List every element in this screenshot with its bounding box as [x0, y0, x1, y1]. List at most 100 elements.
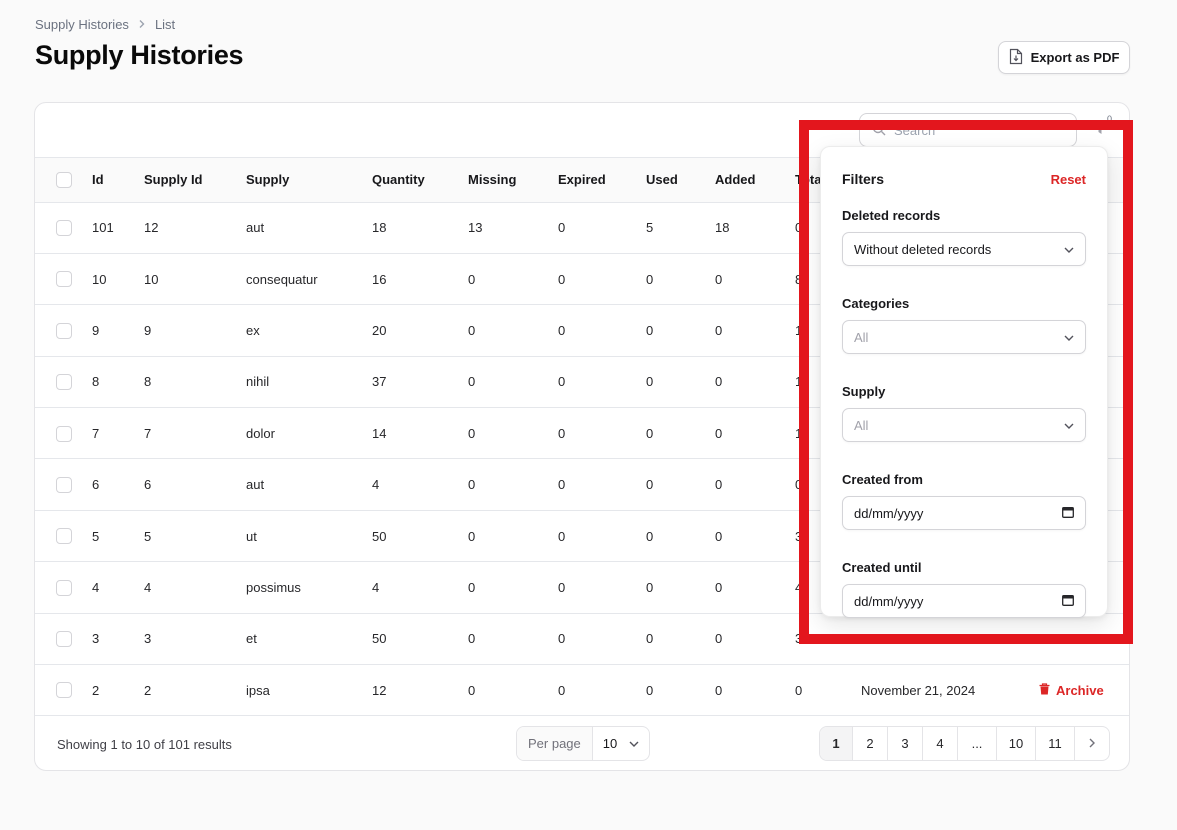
- next-page-button[interactable]: [1075, 727, 1109, 760]
- cell-quantity: 20: [372, 322, 387, 338]
- cell-added: 0: [715, 477, 723, 493]
- row-checkbox[interactable]: [56, 682, 72, 699]
- cell-used: 0: [646, 271, 654, 287]
- row-checkbox[interactable]: [56, 322, 72, 339]
- supply-select[interactable]: All: [842, 408, 1086, 442]
- created-until-date-input[interactable]: dd/mm/yyyy: [842, 584, 1086, 618]
- row-select-cell: [35, 408, 92, 459]
- column-header-used[interactable]: Used: [646, 158, 715, 202]
- export-pdf-button[interactable]: Export as PDF: [998, 41, 1130, 74]
- pagination: 1 2 3 4 ... 10 11: [819, 726, 1110, 761]
- cell-total: 3: [795, 631, 803, 647]
- cell-id: 5: [92, 528, 100, 544]
- cell-expired: 0: [558, 220, 566, 236]
- cell-missing: 0: [468, 477, 476, 493]
- row-checkbox[interactable]: [56, 631, 72, 648]
- deleted-records-select[interactable]: Without deleted records: [842, 232, 1086, 266]
- file-download-icon: [1009, 48, 1023, 68]
- results-summary: Showing 1 to 10 of 101 results: [57, 737, 232, 752]
- cell-supply: ipsa: [246, 682, 270, 698]
- per-page-value-wrap: 10: [593, 727, 639, 760]
- row-checkbox[interactable]: [56, 271, 72, 288]
- cell-id: 101: [92, 220, 114, 236]
- page-4-button[interactable]: 4: [923, 727, 958, 760]
- cell-supply-id: 4: [144, 579, 152, 595]
- cell-used: 0: [646, 631, 654, 647]
- funnel-icon: [1093, 121, 1107, 141]
- column-header-added[interactable]: Added: [715, 158, 795, 202]
- breadcrumb-current: List: [154, 17, 176, 32]
- cell-quantity: 50: [372, 631, 387, 647]
- column-header-supply-id[interactable]: Supply Id: [144, 158, 246, 202]
- cell-missing: 0: [468, 374, 476, 390]
- supply-value: All: [854, 417, 869, 433]
- created-from-date-input[interactable]: dd/mm/yyyy: [842, 496, 1086, 530]
- row-checkbox[interactable]: [56, 425, 72, 442]
- page-3-button[interactable]: 3: [888, 727, 923, 760]
- row-checkbox[interactable]: [56, 476, 72, 493]
- page-10-button[interactable]: 10: [997, 727, 1036, 760]
- cell-id: 8: [92, 374, 100, 390]
- filter-count-badge: 0: [1107, 114, 1113, 124]
- chevron-right-icon: [137, 18, 147, 32]
- cell-added: 0: [715, 631, 723, 647]
- filters-title: Filters: [842, 171, 885, 187]
- breadcrumb-parent-link[interactable]: Supply Histories: [35, 17, 129, 32]
- cell-id: 3: [92, 631, 100, 647]
- row-checkbox[interactable]: [56, 579, 72, 596]
- export-pdf-label: Export as PDF: [1030, 50, 1120, 65]
- calendar-icon[interactable]: [1062, 506, 1074, 521]
- cell-supply-id: 10: [144, 271, 159, 287]
- cell-id: 10: [92, 271, 107, 287]
- search-input[interactable]: Search: [859, 113, 1077, 147]
- reset-filters-link[interactable]: Reset: [1051, 172, 1086, 187]
- page-11-button[interactable]: 11: [1036, 727, 1075, 760]
- cell-id: 2: [92, 682, 100, 698]
- filter-button[interactable]: [1093, 119, 1107, 139]
- cell-missing: 0: [468, 322, 476, 338]
- column-header-expired[interactable]: Expired: [558, 158, 646, 202]
- chevron-right-icon: [1088, 736, 1096, 751]
- cell-missing: 0: [468, 631, 476, 647]
- table-footer: Showing 1 to 10 of 101 results Per page …: [35, 717, 1129, 770]
- cell-id: 7: [92, 425, 100, 441]
- page-2-button[interactable]: 2: [853, 727, 888, 760]
- table-row[interactable]: 3 3 et 50 0 0 0 0 3: [35, 613, 1129, 665]
- table-row[interactable]: 2 2 ipsa 12 0 0 0 0 0 November 21, 2024 Archive: [35, 665, 1129, 716]
- page-1-button[interactable]: 1: [820, 727, 853, 760]
- categories-select[interactable]: All: [842, 320, 1086, 354]
- row-select-cell: [35, 459, 92, 510]
- created-from-label: Created from: [842, 472, 923, 487]
- cell-quantity: 4: [372, 579, 380, 595]
- cell-actions: Archive: [1039, 665, 1129, 716]
- column-header-supply[interactable]: Supply: [246, 158, 372, 202]
- cell-expired: 0: [558, 477, 566, 493]
- cell-missing: 0: [468, 271, 476, 287]
- row-select-cell: [35, 562, 92, 613]
- cell-missing: 0: [468, 425, 476, 441]
- row-select-cell: [35, 665, 92, 716]
- row-checkbox[interactable]: [56, 374, 72, 391]
- per-page-select[interactable]: Per page 10: [516, 726, 650, 761]
- row-checkbox[interactable]: [56, 528, 72, 545]
- page-title: Supply Histories: [35, 40, 244, 70]
- chevron-down-icon: [1064, 330, 1074, 345]
- column-header-quantity[interactable]: Quantity: [372, 158, 468, 202]
- cell-quantity: 16: [372, 271, 387, 287]
- column-header-missing[interactable]: Missing: [468, 158, 558, 202]
- cell-expired: 0: [558, 425, 566, 441]
- per-page-value: 10: [602, 736, 618, 751]
- row-checkbox[interactable]: [56, 219, 72, 236]
- cell-supply-id: 12: [144, 220, 159, 236]
- cell-supply-id: 8: [144, 374, 152, 390]
- cell-supply: consequatur: [246, 271, 318, 287]
- calendar-icon[interactable]: [1062, 594, 1074, 609]
- column-header-id[interactable]: Id: [92, 158, 144, 202]
- archive-button[interactable]: Archive: [1039, 683, 1104, 698]
- cell-added: 0: [715, 528, 723, 544]
- filters-panel: Filters Reset Deleted records Without de…: [820, 146, 1108, 618]
- select-all-checkbox[interactable]: [56, 172, 72, 189]
- cell-missing: 0: [468, 682, 476, 698]
- cell-supply-id: 7: [144, 425, 152, 441]
- cell-quantity: 37: [372, 374, 387, 390]
